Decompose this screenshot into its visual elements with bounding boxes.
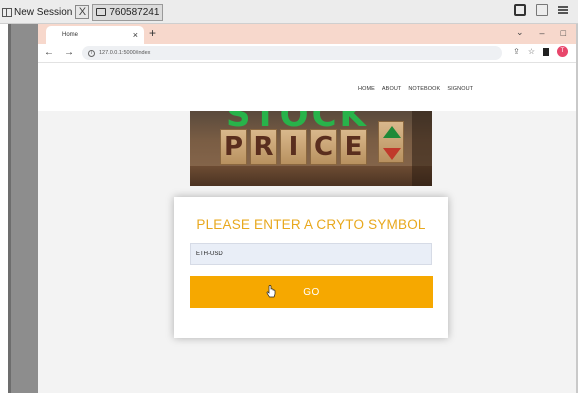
nav-links: HOME ABOUT NOTEBOOK SIGNOUT [358, 86, 473, 92]
browser-tab-home[interactable]: Home × [46, 26, 144, 44]
share-icon[interactable]: ⇪ [513, 47, 520, 56]
bookmark-star-icon[interactable]: ☆ [528, 47, 535, 56]
session-left-group: New Session X 760587241 [2, 3, 164, 21]
new-session-label: New Session [14, 6, 73, 18]
window-controls: ⌄ – □ [516, 27, 566, 38]
left-sidebar-strip [8, 24, 38, 393]
address-actions: ⇪ ☆ T [513, 46, 568, 57]
tab-close-icon[interactable]: × [133, 30, 138, 40]
go-button[interactable]: GO [190, 276, 433, 308]
tab-title: Home [62, 32, 79, 38]
new-session-button[interactable]: New Session [2, 7, 72, 18]
profile-avatar[interactable]: T [557, 46, 568, 57]
new-tab-icon[interactable]: + [149, 27, 156, 39]
session-tab[interactable]: 760587241 [92, 3, 164, 21]
crypto-symbol-input[interactable] [190, 243, 432, 265]
screen-icon[interactable] [514, 4, 526, 16]
window-icon[interactable] [536, 4, 548, 16]
session-toolbar [514, 4, 568, 16]
form-title: PLEASE ENTER A CRYTO SYMBOL [196, 217, 426, 232]
arrow-up-icon [383, 126, 401, 138]
tab-search-icon[interactable]: ⌄ [516, 27, 524, 38]
site-navbar: HOME ABOUT NOTEBOOK SIGNOUT [38, 63, 576, 111]
extensions-icon[interactable] [543, 47, 549, 56]
url-field[interactable]: i 127.0.0.1:5000/index [82, 46, 502, 60]
symbol-form-card: PLEASE ENTER A CRYTO SYMBOL GO [174, 197, 448, 338]
web-page: HOME ABOUT NOTEBOOK SIGNOUT STOCK P R I … [38, 63, 576, 393]
session-tab-label: 760587241 [109, 6, 160, 18]
back-icon[interactable]: ← [44, 46, 54, 60]
nav-signout-link[interactable]: SIGNOUT [447, 86, 473, 92]
browser-tabstrip: Home × + ⌄ – □ [38, 24, 576, 44]
address-bar: ← → ✕ i 127.0.0.1:5000/index ⇪ ☆ T [38, 44, 576, 63]
nav-notebook-link[interactable]: NOTEBOOK [408, 86, 440, 92]
nav-home-link[interactable]: HOME [358, 86, 375, 92]
menu-icon[interactable] [558, 6, 568, 14]
nav-about-link[interactable]: ABOUT [382, 86, 401, 92]
banner-cube: E [340, 129, 367, 165]
info-icon[interactable]: i [88, 49, 95, 57]
session-close-icon[interactable]: X [75, 5, 90, 19]
stock-price-banner-image: STOCK P R I C E [190, 111, 432, 186]
banner-price-cubes: P R I C E [220, 129, 367, 165]
remote-session-bar: New Session X 760587241 [0, 0, 578, 24]
banner-cube: P [220, 129, 247, 165]
banner-table [190, 166, 432, 186]
arrow-down-icon [383, 148, 401, 160]
up-down-arrows-icon [378, 121, 404, 163]
banner-cube: C [310, 129, 337, 165]
hand-cursor-icon [266, 285, 276, 298]
banner-shade [412, 111, 432, 186]
restore-icon[interactable]: □ [561, 28, 566, 38]
banner-cube: R [250, 129, 277, 165]
session-icon [2, 7, 12, 17]
minimize-icon[interactable]: – [540, 28, 545, 38]
forward-icon[interactable]: → [64, 46, 74, 60]
banner-cube: I [280, 129, 307, 165]
monitor-icon [96, 8, 107, 16]
url-text: 127.0.0.1:5000/index [99, 50, 151, 56]
